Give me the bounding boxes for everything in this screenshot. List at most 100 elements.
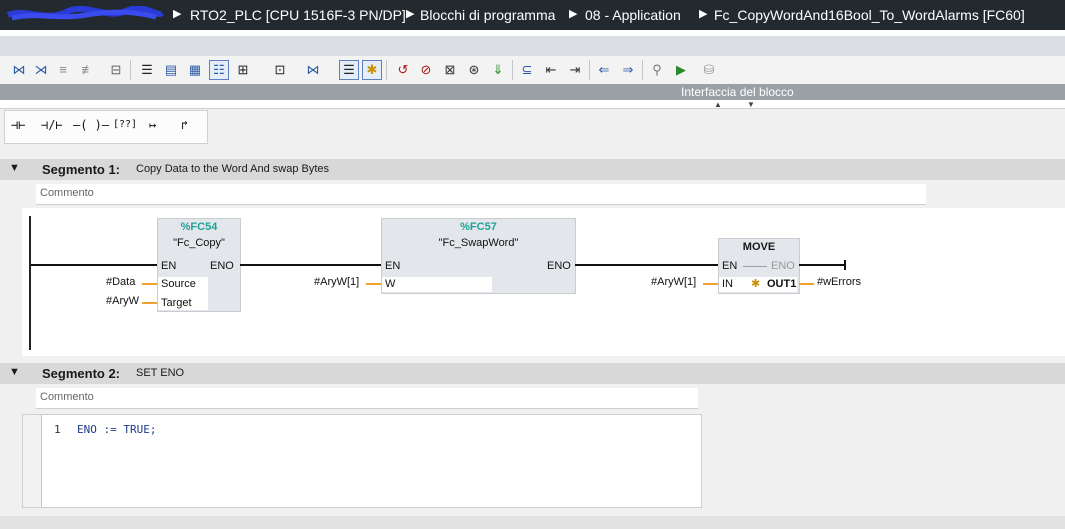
power-rail <box>29 216 31 350</box>
insert-network-icon[interactable]: ⋈ <box>10 61 28 79</box>
scl-code-editor[interactable]: 1 ENO := TRUE; <box>22 414 702 508</box>
chevron-right-icon: ▶ <box>569 8 578 20</box>
compare-icon[interactable]: ⊠ <box>441 61 459 79</box>
breadcrumb: ▶ RTO2_PLC [CPU 1516F-3 PN/DP] ▶ Blocchi… <box>0 0 1065 30</box>
ladder-network: %FC54 "Fc_Copy" EN ENO Source Target #Da… <box>22 208 1065 356</box>
ladder-palette: ⊣⊢ ⊣/⊢ –( )– [??] ↦ ↱ <box>4 110 208 144</box>
segment-number: Segmento 1: <box>42 162 121 177</box>
open-branch-icon[interactable]: ↦ <box>149 118 156 132</box>
append-row-icon[interactable]: ≢ <box>79 61 97 79</box>
interface-label: Interfaccia del blocco <box>681 85 794 99</box>
function-block-fc-copy[interactable]: %FC54 "Fc_Copy" EN ENO Source Target <box>157 218 241 312</box>
function-block-fc-swapword[interactable]: %FC57 "Fc_SwapWord" EN ENO W <box>381 218 576 294</box>
pin-eno: ENO <box>771 260 795 272</box>
comments-toggle-icon[interactable]: ☷ <box>209 60 229 80</box>
indent-icon[interactable]: ⇤ <box>542 61 560 79</box>
download-icon[interactable]: ⇓ <box>489 61 507 79</box>
operand-source[interactable]: #Data <box>106 276 135 288</box>
plc-data-icon[interactable]: ⛁ <box>700 61 718 79</box>
close-branch-icon[interactable]: ↱ <box>181 118 188 132</box>
editor-toolbar: ⋈ ⋊ ≡ ≢ ⊟ ☰ ▤ ▦ ☷ ⊞ ⊡ ⋈ ☰ ✱ ↺ ⊘ ⊠ ⊛ ⇓ ⊆ … <box>0 56 1065 85</box>
wire <box>240 264 381 266</box>
comment-placeholder: Commento <box>40 187 94 199</box>
operand-target[interactable]: #AryW <box>106 295 139 307</box>
contact-nc-icon[interactable]: ⊣/⊢ <box>41 118 63 132</box>
tag-info-icon[interactable]: ⊡ <box>271 61 289 79</box>
auto-complete-icon[interactable]: ✱ <box>362 60 382 80</box>
reference-icon[interactable]: ⊛ <box>465 61 483 79</box>
jump-left-icon[interactable]: ⇐ <box>595 61 613 79</box>
segment-comment[interactable]: Commento <box>36 184 926 205</box>
editor-gutter <box>23 415 42 507</box>
display-format-icon[interactable]: ⊞ <box>234 61 252 79</box>
pin-in: IN <box>722 278 733 290</box>
call-hierarchy-icon[interactable]: ⊆ <box>518 61 536 79</box>
comment-placeholder: Commento <box>40 391 94 403</box>
segment-header[interactable]: ▼ Segmento 2: SET ENO <box>0 363 1065 384</box>
breadcrumb-item-block[interactable]: Fc_CopyWordAnd16Bool_To_WordAlarms [FC60… <box>714 7 1025 23</box>
operand-out1[interactable]: #wErrors <box>817 276 861 288</box>
contact-no-icon[interactable]: ⊣⊢ <box>11 118 25 132</box>
bottom-band <box>0 516 1065 529</box>
operand-in[interactable]: #AryW[1] <box>651 276 696 288</box>
open-block-icon[interactable]: ⊟ <box>107 61 125 79</box>
operand-w[interactable]: #AryW[1] <box>314 276 359 288</box>
jump-right-icon[interactable]: ⇒ <box>619 61 637 79</box>
segment-header[interactable]: ▼ Segmento 1: Copy Data to the Word And … <box>0 159 1065 180</box>
splitter-arrow-icon[interactable]: ▼ <box>747 100 755 109</box>
segment-title[interactable]: SET ENO <box>136 367 184 379</box>
chevron-right-icon: ▶ <box>173 8 182 20</box>
block-name: "Fc_Copy" <box>173 237 225 249</box>
splitter-arrow-icon[interactable]: ▲ <box>714 100 722 109</box>
block-number: %FC54 <box>180 221 218 233</box>
chevron-right-icon: ▶ <box>699 8 708 20</box>
monitor-icon[interactable]: ⚲ <box>648 61 666 79</box>
pin-source: Source <box>161 278 196 290</box>
wire <box>31 264 157 266</box>
interface-bar[interactable]: Interfaccia del blocco <box>0 84 1065 100</box>
block-name: MOVE <box>742 241 776 253</box>
wire-end <box>844 260 846 270</box>
next-error-icon[interactable]: ⊘ <box>417 61 435 79</box>
chevron-right-icon: ▶ <box>406 8 415 20</box>
redacted-project-name-icon <box>6 6 164 21</box>
pin-out1: OUT1 <box>767 278 797 290</box>
add-output-icon[interactable]: ✱ <box>751 277 760 290</box>
segment-title[interactable]: Copy Data to the Word And swap Bytes <box>136 163 329 175</box>
breadcrumb-item-folder[interactable]: 08 - Application <box>585 7 681 23</box>
block-name: "Fc_SwapWord" <box>438 237 519 249</box>
breadcrumb-item-blocks[interactable]: Blocchi di programma <box>420 7 555 23</box>
pin-target: Target <box>161 297 192 309</box>
breadcrumb-item-plc[interactable]: RTO2_PLC [CPU 1516F-3 PN/DP] <box>190 7 406 23</box>
collapse-icon[interactable]: ▼ <box>9 366 20 378</box>
grey-band <box>0 36 1065 56</box>
outdent-icon[interactable]: ⇥ <box>566 61 584 79</box>
monitoring-on-icon[interactable]: ▶ <box>672 61 690 79</box>
go-to-error-icon[interactable]: ↺ <box>394 61 412 79</box>
network-view-icon[interactable]: ▦ <box>186 61 204 79</box>
wire <box>575 264 718 266</box>
network-comments-icon[interactable]: ⋈ <box>304 61 322 79</box>
favorites-icon[interactable]: ▤ <box>162 61 180 79</box>
segment-number: Segmento 2: <box>42 366 121 381</box>
absolute-operands-icon[interactable]: ☰ <box>138 61 156 79</box>
pin-en: EN <box>161 260 177 272</box>
pin-eno: ENO <box>210 260 234 272</box>
pin-en: EN <box>722 260 738 272</box>
code-line[interactable]: ENO := TRUE; <box>77 423 156 436</box>
pin-eno: ENO <box>547 260 571 272</box>
line-number: 1 <box>54 423 61 436</box>
delete-network-icon[interactable]: ⋊ <box>32 61 50 79</box>
wire <box>799 264 845 266</box>
interface-splitter[interactable]: ▲ ▼ <box>0 100 1065 109</box>
move-block[interactable]: MOVE EN ENO IN ✱ OUT1 <box>718 238 800 294</box>
pin-en: EN <box>385 260 401 272</box>
segment-comment[interactable]: Commento <box>36 388 698 409</box>
empty-box-icon[interactable]: [??] <box>113 119 137 130</box>
list-view-icon[interactable]: ☰ <box>339 60 359 80</box>
block-number: %FC57 <box>460 221 497 233</box>
pin-w: W <box>385 278 396 290</box>
insert-row-icon[interactable]: ≡ <box>54 61 72 79</box>
coil-icon[interactable]: –( )– <box>73 118 109 132</box>
collapse-icon[interactable]: ▼ <box>9 162 20 174</box>
